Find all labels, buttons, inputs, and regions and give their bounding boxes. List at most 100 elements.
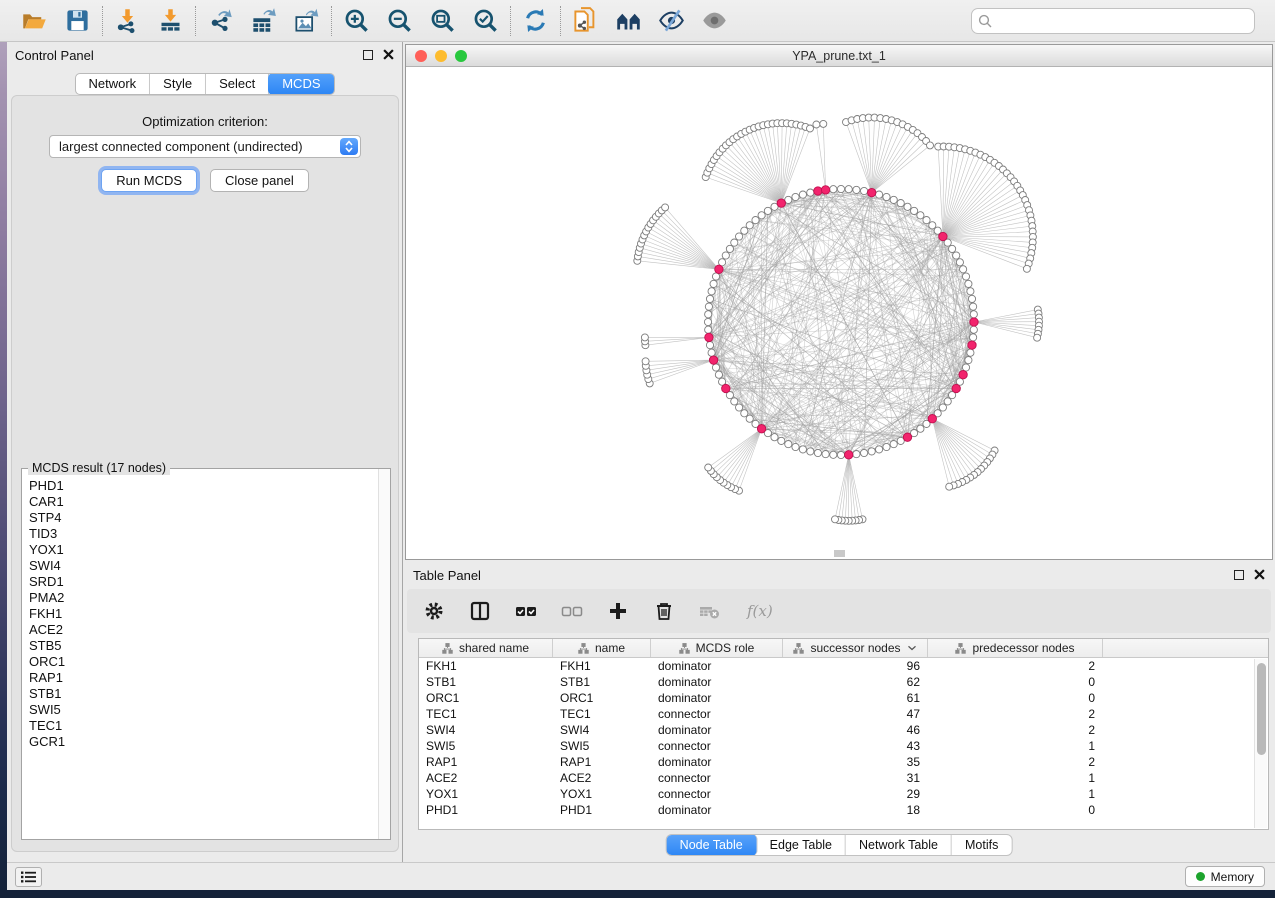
mcds-node-tec1[interactable]: TEC1 (29, 718, 378, 734)
cell-mcds-role[interactable]: dominator (651, 674, 783, 690)
network-canvas[interactable] (406, 67, 1272, 559)
close-panel-button[interactable]: Close panel (210, 169, 309, 192)
delete-table-icon[interactable] (699, 600, 721, 622)
export-table-icon[interactable] (250, 7, 277, 34)
cell-shared-name[interactable]: ORC1 (419, 690, 553, 706)
import-table-icon[interactable] (157, 7, 184, 34)
cell-mcds-role[interactable]: dominator (651, 658, 783, 674)
mcds-node-phd1[interactable]: PHD1 (29, 478, 378, 494)
cell-successor-nodes[interactable]: 61 (783, 690, 928, 706)
cell-predecessor-nodes[interactable]: 1 (928, 738, 1103, 754)
cell-shared-name[interactable]: RAP1 (419, 754, 553, 770)
cell-name[interactable]: YOX1 (553, 786, 651, 802)
mcds-result-list[interactable]: PHD1CAR1STP4TID3YOX1SWI4SRD1PMA2FKH1ACE2… (22, 472, 378, 839)
network-titlebar[interactable]: YPA_prune.txt_1 (406, 45, 1272, 67)
mcds-node-tid3[interactable]: TID3 (29, 526, 378, 542)
mcds-node-yox1[interactable]: YOX1 (29, 542, 378, 558)
mcds-node-gcr1[interactable]: GCR1 (29, 734, 378, 750)
zoom-fit-icon[interactable] (429, 7, 456, 34)
first-neighbors-icon[interactable] (615, 7, 642, 34)
cell-successor-nodes[interactable]: 35 (783, 754, 928, 770)
cell-predecessor-nodes[interactable]: 1 (928, 786, 1103, 802)
mcds-node-stb5[interactable]: STB5 (29, 638, 378, 654)
export-image-icon[interactable] (293, 7, 320, 34)
cell-predecessor-nodes[interactable]: 0 (928, 674, 1103, 690)
column-header-predecessor-nodes[interactable]: predecessor nodes (928, 639, 1103, 657)
mcds-node-pma2[interactable]: PMA2 (29, 590, 378, 606)
cell-successor-nodes[interactable]: 62 (783, 674, 928, 690)
cell-predecessor-nodes[interactable]: 1 (928, 770, 1103, 786)
table-row-swi4[interactable]: SWI4SWI4dominator462 (419, 722, 1268, 738)
cell-successor-nodes[interactable]: 43 (783, 738, 928, 754)
cell-mcds-role[interactable]: dominator (651, 722, 783, 738)
unselect-all-columns-icon[interactable] (561, 600, 583, 622)
cell-shared-name[interactable]: STB1 (419, 674, 553, 690)
cell-predecessor-nodes[interactable]: 0 (928, 802, 1103, 818)
refresh-layout-icon[interactable] (522, 7, 549, 34)
cell-successor-nodes[interactable]: 29 (783, 786, 928, 802)
cell-name[interactable]: RAP1 (553, 754, 651, 770)
cell-predecessor-nodes[interactable]: 2 (928, 658, 1103, 674)
tab-node-table[interactable]: Node Table (666, 834, 758, 856)
tab-network-table[interactable]: Network Table (846, 835, 952, 855)
cell-name[interactable]: STB1 (553, 674, 651, 690)
cell-predecessor-nodes[interactable]: 2 (928, 754, 1103, 770)
cell-shared-name[interactable]: PHD1 (419, 802, 553, 818)
tab-style[interactable]: Style (150, 74, 206, 94)
create-column-icon[interactable] (607, 600, 629, 622)
mcds-node-ace2[interactable]: ACE2 (29, 622, 378, 638)
run-mcds-button[interactable]: Run MCDS (101, 169, 197, 192)
hide-selected-icon[interactable] (658, 7, 685, 34)
tab-select[interactable]: Select (206, 74, 269, 94)
table-body[interactable]: FKH1FKH1dominator962STB1STB1dominator620… (419, 658, 1268, 818)
cell-successor-nodes[interactable]: 47 (783, 706, 928, 722)
new-network-from-selection-icon[interactable] (572, 7, 599, 34)
cell-mcds-role[interactable]: connector (651, 738, 783, 754)
cell-shared-name[interactable]: TEC1 (419, 706, 553, 722)
cell-successor-nodes[interactable]: 31 (783, 770, 928, 786)
table-row-rap1[interactable]: RAP1RAP1dominator352 (419, 754, 1268, 770)
cell-mcds-role[interactable]: dominator (651, 690, 783, 706)
panel-close-button[interactable] (383, 49, 394, 60)
save-icon[interactable] (64, 7, 91, 34)
mcds-node-stb1[interactable]: STB1 (29, 686, 378, 702)
tab-mcds[interactable]: MCDS (268, 73, 334, 95)
tab-motifs[interactable]: Motifs (952, 835, 1011, 855)
panel-float-button[interactable] (363, 50, 373, 60)
table-row-yox1[interactable]: YOX1YOX1connector291 (419, 786, 1268, 802)
cell-name[interactable]: SWI5 (553, 738, 651, 754)
cell-name[interactable]: TEC1 (553, 706, 651, 722)
cell-predecessor-nodes[interactable]: 2 (928, 722, 1103, 738)
zoom-in-icon[interactable] (343, 7, 370, 34)
cell-mcds-role[interactable]: connector (651, 786, 783, 802)
table-row-orc1[interactable]: ORC1ORC1dominator610 (419, 690, 1268, 706)
open-folder-icon[interactable] (21, 7, 48, 34)
cell-mcds-role[interactable]: connector (651, 706, 783, 722)
cell-name[interactable]: SWI4 (553, 722, 651, 738)
tab-edge-table[interactable]: Edge Table (757, 835, 846, 855)
tab-network[interactable]: Network (75, 74, 150, 94)
delete-columns-icon[interactable] (653, 600, 675, 622)
zoom-out-icon[interactable] (386, 7, 413, 34)
column-header-successor-nodes[interactable]: successor nodes (783, 639, 928, 657)
mcds-scrollbar[interactable] (378, 469, 390, 839)
mcds-node-swi5[interactable]: SWI5 (29, 702, 378, 718)
cell-shared-name[interactable]: SWI5 (419, 738, 553, 754)
table-row-tec1[interactable]: TEC1TEC1connector472 (419, 706, 1268, 722)
table-scrollbar[interactable] (1254, 659, 1267, 828)
cell-name[interactable]: PHD1 (553, 802, 651, 818)
cell-successor-nodes[interactable]: 18 (783, 802, 928, 818)
column-header-shared-name[interactable]: shared name (419, 639, 553, 657)
table-row-phd1[interactable]: PHD1PHD1dominator180 (419, 802, 1268, 818)
cell-name[interactable]: ORC1 (553, 690, 651, 706)
table-row-stb1[interactable]: STB1STB1dominator620 (419, 674, 1268, 690)
mcds-node-srd1[interactable]: SRD1 (29, 574, 378, 590)
export-network-icon[interactable] (207, 7, 234, 34)
column-header-mcds-role[interactable]: MCDS role (651, 639, 783, 657)
memory-button[interactable]: Memory (1185, 866, 1265, 887)
cell-mcds-role[interactable]: dominator (651, 754, 783, 770)
cell-shared-name[interactable]: FKH1 (419, 658, 553, 674)
cell-shared-name[interactable]: YOX1 (419, 786, 553, 802)
cell-predecessor-nodes[interactable]: 0 (928, 690, 1103, 706)
cell-successor-nodes[interactable]: 96 (783, 658, 928, 674)
